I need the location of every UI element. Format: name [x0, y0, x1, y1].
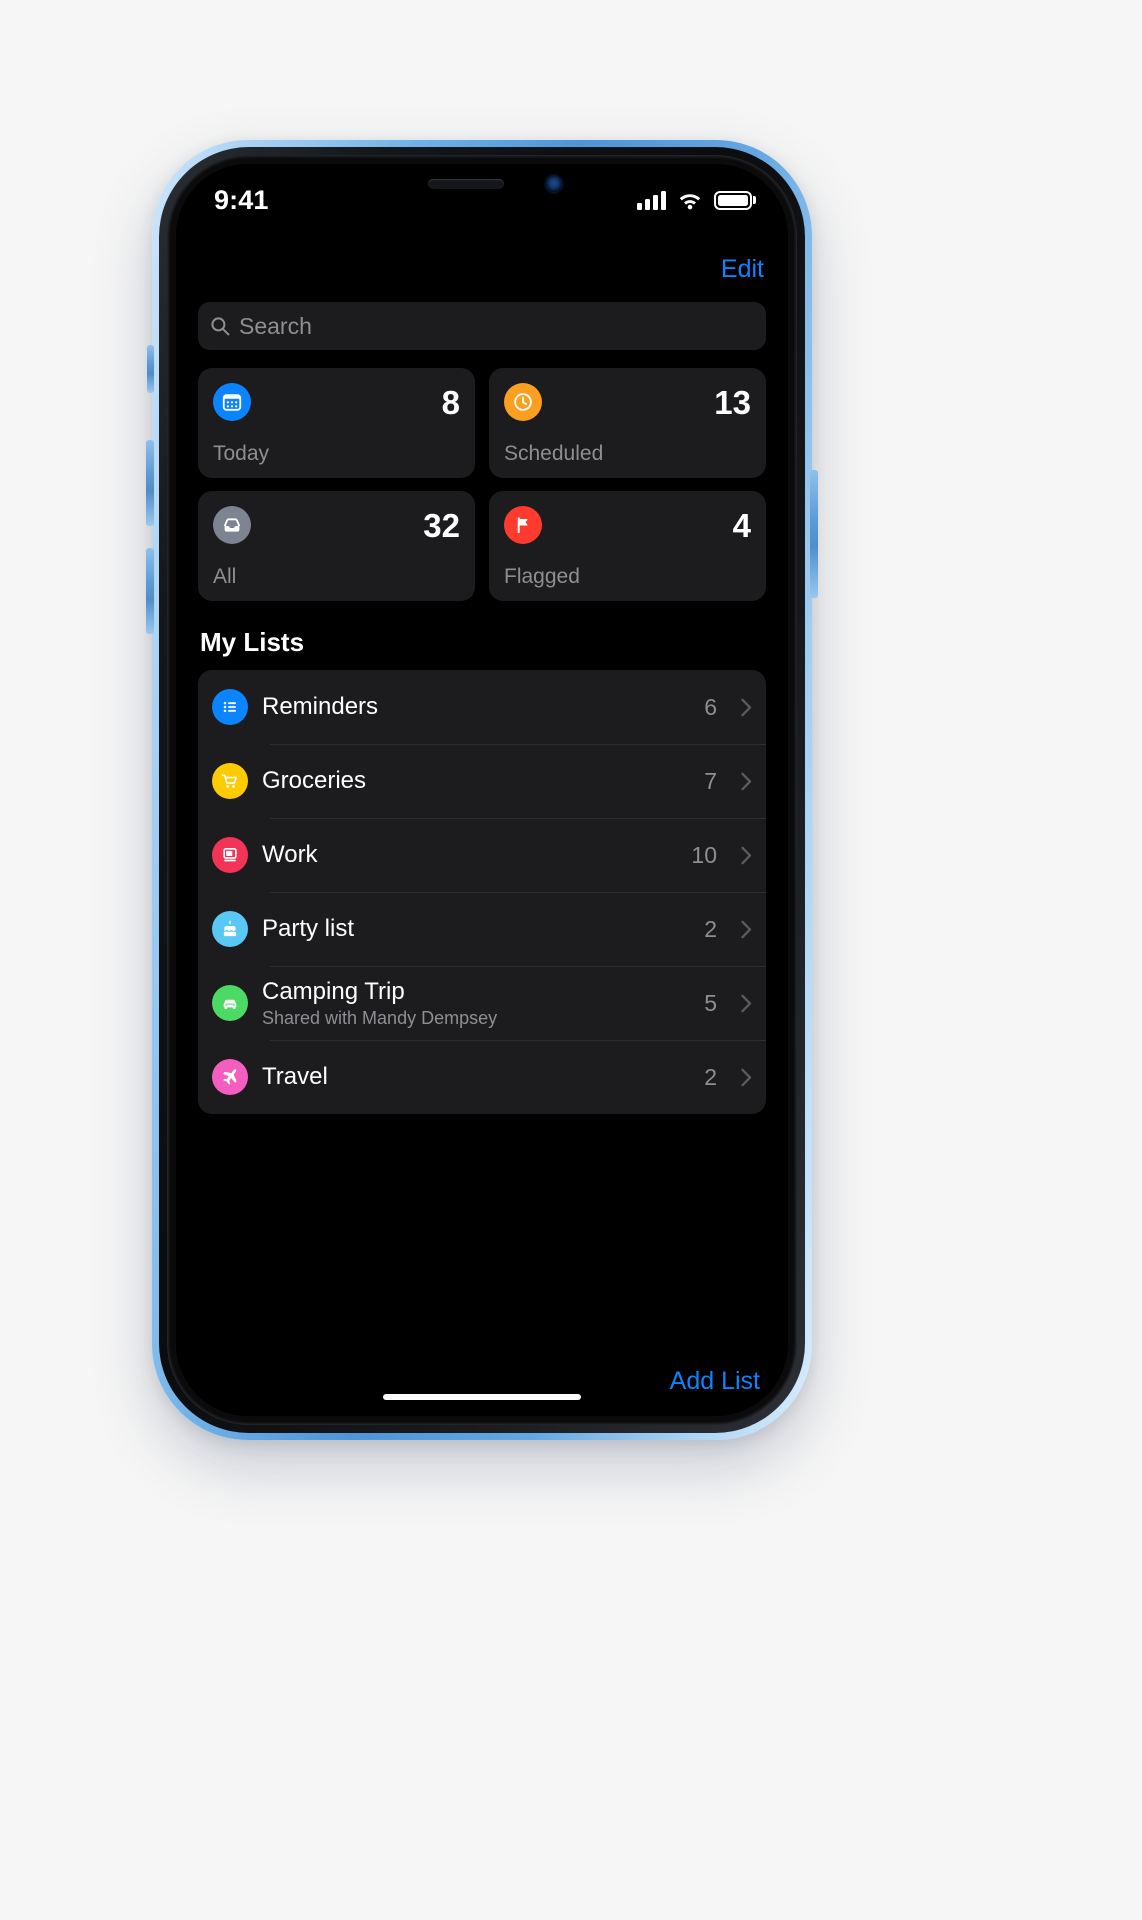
- list-item-name: Party list: [262, 915, 355, 942]
- list-item-name: Work: [262, 841, 318, 868]
- list-item-work[interactable]: Work 10: [198, 818, 766, 892]
- wifi-icon: [677, 190, 703, 210]
- flag-icon: [504, 506, 542, 544]
- home-indicator[interactable]: [383, 1394, 581, 1400]
- smart-list-label: Scheduled: [504, 442, 604, 465]
- inbox-icon: [213, 506, 251, 544]
- smart-list-count: 4: [732, 506, 751, 544]
- list-item-name: Travel: [262, 1063, 328, 1090]
- desktop-computer-icon: [212, 837, 248, 873]
- chevron-right-icon: [741, 994, 752, 1013]
- list-item-text: Groceries: [262, 767, 690, 795]
- phone-screen: 9:41 Edit Search 8 Today 13 Scheduled 32…: [176, 164, 788, 1416]
- list-item-text: Camping Trip Shared with Mandy Dempsey: [262, 978, 690, 1029]
- search-icon: [210, 316, 230, 336]
- list-item-count: 5: [704, 989, 717, 1016]
- earpiece-speaker-icon: [428, 179, 504, 189]
- search-field[interactable]: Search: [198, 302, 766, 350]
- notch: [366, 164, 598, 208]
- my-lists-container: Reminders 6 Groceries 7 Work 10 Party li…: [198, 670, 766, 1114]
- smart-lists-grid: 8 Today 13 Scheduled 32 All 4 Flagged: [198, 368, 766, 601]
- list-item-groceries[interactable]: Groceries 7: [198, 744, 766, 818]
- smart-list-all[interactable]: 32 All: [198, 491, 475, 601]
- card-header: 4: [504, 506, 751, 544]
- edit-button[interactable]: Edit: [719, 251, 766, 288]
- screenshot-canvas: 9:41 Edit Search 8 Today 13 Scheduled 32…: [0, 0, 1142, 1920]
- power-button[interactable]: [810, 470, 818, 598]
- smart-list-today[interactable]: 8 Today: [198, 368, 475, 478]
- add-list-button[interactable]: Add List: [670, 1367, 760, 1396]
- smart-list-scheduled[interactable]: 13 Scheduled: [489, 368, 766, 478]
- search-placeholder: Search: [239, 312, 312, 339]
- shopping-cart-icon: [212, 763, 248, 799]
- front-camera-icon: [546, 176, 562, 192]
- card-header: 13: [504, 383, 751, 421]
- toolbar: Add List: [198, 1367, 766, 1416]
- list-item-count: 10: [691, 841, 717, 868]
- smart-list-count: 13: [714, 383, 751, 421]
- list-item-name: Camping Trip: [262, 977, 405, 1005]
- chevron-right-icon: [741, 698, 752, 717]
- cellular-bars-icon: [637, 190, 666, 210]
- chevron-right-icon: [741, 846, 752, 865]
- list-item-name: Groceries: [262, 767, 367, 794]
- list-item-count: 6: [704, 693, 717, 720]
- volume-down-button[interactable]: [146, 548, 154, 634]
- smart-list-count: 8: [441, 383, 460, 421]
- airplane-icon: [212, 1059, 248, 1095]
- card-header: 32: [213, 506, 460, 544]
- list-item-text: Travel: [262, 1063, 690, 1091]
- list-item-count: 7: [704, 767, 717, 794]
- list-item-count: 2: [704, 1063, 717, 1090]
- smart-list-flagged[interactable]: 4 Flagged: [489, 491, 766, 601]
- iphone-device: 9:41 Edit Search 8 Today 13 Scheduled 32…: [146, 140, 818, 1440]
- smart-list-count: 32: [423, 506, 460, 544]
- volume-up-button[interactable]: [146, 440, 154, 526]
- chevron-right-icon: [741, 920, 752, 939]
- list-item-travel[interactable]: Travel 2: [198, 1040, 766, 1114]
- chevron-right-icon: [741, 772, 752, 791]
- list-item-party-list[interactable]: Party list 2: [198, 892, 766, 966]
- battery-full-icon: [714, 190, 752, 210]
- smart-list-label: All: [213, 565, 237, 588]
- birthday-cake-icon: [212, 911, 248, 947]
- calendar-icon: [213, 383, 251, 421]
- car-icon: [212, 985, 248, 1021]
- list-item-text: Reminders: [262, 693, 690, 721]
- smart-list-label: Flagged: [504, 565, 580, 588]
- list-item-text: Work: [262, 841, 677, 869]
- list-item-camping-trip[interactable]: Camping Trip Shared with Mandy Dempsey 5: [198, 966, 766, 1040]
- reminders-app: Edit Search 8 Today 13 Scheduled 32 All …: [176, 164, 788, 1416]
- chevron-right-icon: [741, 1068, 752, 1087]
- list-item-name: Reminders: [262, 693, 379, 720]
- smart-list-label: Today: [213, 442, 270, 465]
- my-lists-title: My Lists: [200, 627, 305, 657]
- status-bar-indicators: [637, 190, 752, 210]
- list-item-count: 2: [704, 915, 717, 942]
- mute-switch[interactable]: [147, 345, 154, 393]
- status-bar-time: 9:41: [214, 184, 269, 215]
- list-item-text: Party list: [262, 915, 690, 943]
- card-header: 8: [213, 383, 460, 421]
- list-item-reminders[interactable]: Reminders 6: [198, 670, 766, 744]
- list-bullet-icon: [212, 689, 248, 725]
- clock-icon: [504, 383, 542, 421]
- list-item-subtitle: Shared with Mandy Dempsey: [262, 1007, 498, 1028]
